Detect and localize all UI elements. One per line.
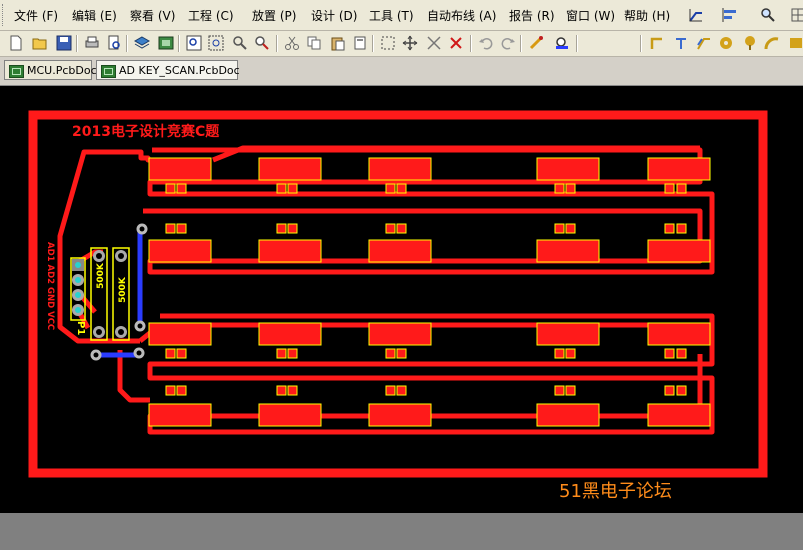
menu-bar: 文件 (F) 编辑 (E) 察看 (V) 工程 (C) 放置 (P) 设计 (D… xyxy=(0,0,803,31)
menu-grip xyxy=(2,4,6,26)
new-document-icon[interactable] xyxy=(8,35,24,51)
rubber-stamp-icon[interactable] xyxy=(352,35,368,51)
menu-file[interactable]: 文件 (F) xyxy=(14,7,58,24)
search-icon[interactable] xyxy=(760,7,776,23)
connector-pin-labels: AD1 AD2 GND VCC xyxy=(45,242,55,330)
toolbar-separator xyxy=(126,35,128,52)
interactive-route-icon[interactable] xyxy=(688,7,704,23)
toolbar-separator xyxy=(372,35,374,52)
tab-label: AD KEY_SCAN.PcbDoc xyxy=(119,64,240,77)
bottom-panel xyxy=(0,513,803,550)
toolbar-separator xyxy=(520,35,522,52)
move-icon[interactable] xyxy=(402,35,418,51)
cross-probe-icon[interactable] xyxy=(528,35,544,51)
menu-view[interactable]: 察看 (V) xyxy=(130,7,175,24)
toolbar-separator xyxy=(276,35,278,52)
toolbar-separator xyxy=(470,35,472,52)
route-track-icon[interactable] xyxy=(650,35,666,51)
route-diff-pair-icon[interactable] xyxy=(674,35,690,51)
pcb-canvas[interactable]: 2013电子设计竞赛C题 AD1 AD2 GND VCC P1 500K 500… xyxy=(0,86,803,513)
browse-components-icon[interactable] xyxy=(554,35,570,51)
pad-row-top xyxy=(148,157,711,181)
menu-help[interactable]: 帮助 (H) xyxy=(624,7,670,24)
small-pad-row-2 xyxy=(165,223,687,234)
resistor-r1-value: 500K xyxy=(96,262,106,289)
connector-ref-label: P1 xyxy=(75,321,86,335)
forum-watermark-text: 51黑电子论坛 xyxy=(559,481,672,502)
route-multi-icon[interactable] xyxy=(696,35,712,51)
standard-toolbar xyxy=(0,31,803,57)
menu-window[interactable]: 窗口 (W) xyxy=(566,7,615,24)
small-pad-row-3 xyxy=(165,348,687,359)
menu-design[interactable]: 设计 (D) xyxy=(311,7,357,24)
pcb-document-icon xyxy=(9,65,24,78)
menu-autoroute[interactable]: 自动布线 (A) xyxy=(427,7,496,24)
menu-place[interactable]: 放置 (P) xyxy=(252,7,296,24)
menu-reports[interactable]: 报告 (R) xyxy=(509,7,555,24)
clear-filter-icon[interactable] xyxy=(448,35,464,51)
tab-mcu-pcbdoc[interactable]: MCU.PcbDoc xyxy=(4,60,97,80)
print-icon[interactable] xyxy=(84,35,100,51)
cut-icon[interactable] xyxy=(284,35,300,51)
place-arc-icon[interactable] xyxy=(764,35,780,51)
redo-icon[interactable] xyxy=(500,35,516,51)
toolbar-separator xyxy=(178,35,180,52)
tab-ad-key-scan-pcbdoc[interactable]: AD KEY_SCAN.PcbDoc xyxy=(96,60,240,80)
pcb-drawing: 2013电子设计竞赛C题 AD1 AD2 GND VCC P1 500K 500… xyxy=(28,110,768,502)
save-icon[interactable] xyxy=(56,35,72,51)
grid-icon[interactable] xyxy=(790,7,803,23)
resistor-r1: 500K xyxy=(90,247,108,341)
small-pad-row-4 xyxy=(165,385,687,396)
open-folder-icon[interactable] xyxy=(32,35,48,51)
board-title-text: 2013电子设计竞赛C题 xyxy=(72,123,220,140)
select-area-icon[interactable] xyxy=(380,35,396,51)
connector-p1: AD1 AD2 GND VCC P1 xyxy=(45,242,86,335)
menu-tools[interactable]: 工具 (T) xyxy=(369,7,414,24)
document-tab-bar: MCU.PcbDoc AD KEY_SCAN.PcbDoc xyxy=(0,57,803,86)
deselect-icon[interactable] xyxy=(426,35,442,51)
paste-icon[interactable] xyxy=(330,35,346,51)
resistor-r2-value: 500K xyxy=(118,276,128,303)
zoom-fit-icon[interactable] xyxy=(186,35,202,51)
tab-label: MCU.PcbDoc xyxy=(27,64,97,77)
place-pad-icon[interactable] xyxy=(718,35,734,51)
align-icon[interactable] xyxy=(722,7,738,23)
zoom-selected-icon[interactable] xyxy=(232,35,248,51)
large-pads xyxy=(148,157,711,427)
board-view-icon[interactable] xyxy=(158,35,174,51)
toolbar-separator xyxy=(76,35,78,52)
menu-edit[interactable]: 编辑 (E) xyxy=(72,7,117,24)
place-fill-icon[interactable] xyxy=(788,35,803,51)
layers-icon[interactable] xyxy=(134,35,150,51)
toolbar-separator xyxy=(640,35,642,52)
resistor-r2: 500K xyxy=(112,247,130,341)
place-via-icon[interactable] xyxy=(742,35,758,51)
pcb-document-icon xyxy=(101,65,116,78)
zoom-filter-icon[interactable] xyxy=(254,35,270,51)
zoom-area-icon[interactable] xyxy=(208,35,224,51)
undo-icon[interactable] xyxy=(478,35,494,51)
menu-project[interactable]: 工程 (C) xyxy=(188,7,234,24)
print-preview-icon[interactable] xyxy=(106,35,122,51)
toolbar-separator xyxy=(576,35,578,52)
copy-icon[interactable] xyxy=(306,35,322,51)
